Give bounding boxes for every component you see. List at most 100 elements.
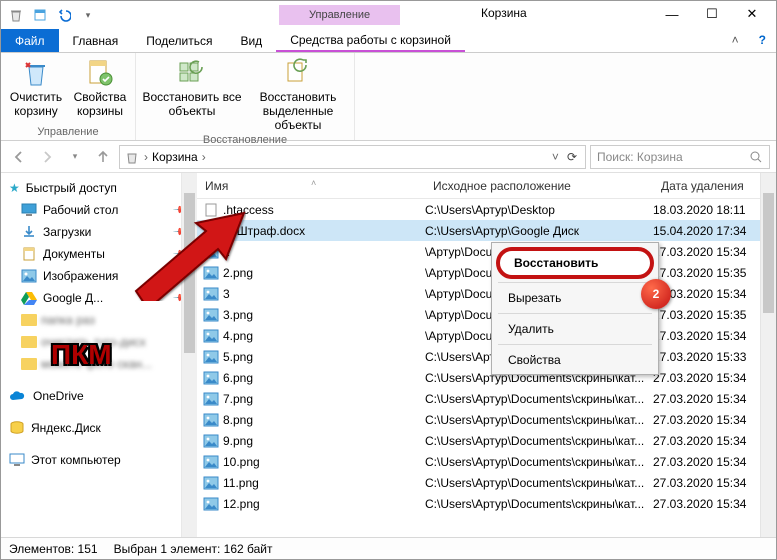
cell-date: 27.03.2020 15:34	[653, 371, 776, 385]
sidebar-quick-access[interactable]: ★ Быстрый доступ	[1, 177, 196, 199]
sidebar-this-pc[interactable]: Этот компьютер	[1, 449, 196, 471]
yadisk-icon	[9, 420, 25, 436]
cell-name: 11.png	[203, 475, 425, 491]
gdrive-icon	[21, 291, 37, 305]
table-row[interactable]: 12.pngC:\Users\Артур\Documents\скрины\ка…	[197, 493, 776, 514]
breadcrumb-dropdown-icon[interactable]: ˅	[552, 150, 559, 164]
downloads-icon	[21, 224, 37, 240]
column-date[interactable]: Дата удаления	[653, 179, 776, 193]
bin-properties-button[interactable]: Свойства корзины	[71, 57, 129, 119]
column-orig[interactable]: Исходное расположение	[425, 179, 653, 193]
cell-orig: C:\Users\Артур\Desktop	[425, 203, 653, 217]
ribbon-collapse-icon[interactable]: ˄	[722, 29, 749, 52]
titlebar: ▾ Управление Корзина — ☐ ✕	[1, 1, 776, 29]
sidebar-yadisk[interactable]: Яндекс.Диск	[1, 417, 196, 439]
restore-selected-label: Восстановить выделенные объекты	[248, 91, 348, 132]
sidebar-onedrive[interactable]: OneDrive	[1, 385, 196, 407]
help-icon[interactable]: ?	[749, 29, 776, 52]
close-button[interactable]: ✕	[732, 1, 772, 27]
table-row[interactable]: 9.pngC:\Users\Артур\Documents\скрины\кат…	[197, 430, 776, 451]
table-row[interactable]: 10.pngC:\Users\Артур\Documents\скрины\ка…	[197, 451, 776, 472]
file-name: 11.png	[223, 476, 259, 490]
refresh-icon[interactable]: ⟳	[563, 150, 581, 164]
file-icon	[203, 496, 219, 512]
cell-date: 27.03.2020 15:34	[653, 455, 776, 469]
table-row[interactable]: 8.pngC:\Users\Артур\Documents\скрины\кат…	[197, 409, 776, 430]
cell-date: 27.03.2020 15:34	[653, 392, 776, 406]
table-row[interactable]: 7.png C:\Users\Артур\Documents\скрины\кат…	[197, 388, 776, 409]
file-name: 5.png	[223, 350, 253, 364]
menu-separator	[498, 344, 652, 345]
documents-icon	[21, 246, 37, 262]
file-icon	[203, 370, 219, 386]
tab-home[interactable]: Главная	[59, 29, 133, 52]
cell-date: 27.03.2020 15:34	[653, 287, 776, 301]
ctx-delete[interactable]: Удалить	[494, 317, 656, 341]
empty-bin-button[interactable]: Очистить корзину	[7, 57, 65, 119]
file-icon	[203, 328, 219, 344]
tab-file[interactable]: Файл	[1, 29, 59, 52]
chevron-right-icon[interactable]: ›	[144, 150, 148, 164]
ctx-cut[interactable]: Вырезать	[494, 286, 656, 310]
sort-indicator-icon: ˄	[311, 178, 316, 188]
main-area: ★ Быстрый доступ Рабочий стол 📌 Загрузки…	[1, 173, 776, 533]
search-icon[interactable]	[749, 150, 763, 164]
status-selection: Выбран 1 элемент: 162 байт	[114, 542, 273, 556]
qat-undo-icon[interactable]	[53, 4, 75, 26]
cell-date: 27.03.2020 15:34	[653, 329, 776, 343]
cell-date: 27.03.2020 15:34	[653, 413, 776, 427]
ctx-restore[interactable]: Восстановить	[496, 247, 654, 279]
table-row[interactable]: .htaccessC:\Users\Артур\Desktop18.03.202…	[197, 199, 776, 220]
list-scrollbar[interactable]	[760, 173, 776, 537]
group-manage-label: Управление	[37, 124, 98, 138]
cell-name: 4.png	[203, 328, 425, 344]
table-row[interactable]: 5.pngC:\Users\Артур\Documents\скрины\кат…	[197, 346, 776, 367]
table-row[interactable]: 3\Артур\Documents\скрины\кат...27.03.202…	[197, 283, 776, 304]
table-row[interactable]: 4.png\Артур\Documents\скрины\кат...27.03…	[197, 325, 776, 346]
cell-orig: C:\Users\Артур\Documents\скрины\кат...	[425, 455, 653, 469]
breadcrumb[interactable]: › Корзина › ˅ ⟳	[119, 145, 586, 169]
cell-name: 12.png	[203, 496, 425, 512]
breadcrumb-item[interactable]: Корзина	[152, 150, 198, 164]
minimize-button[interactable]: —	[652, 1, 692, 27]
tab-view[interactable]: Вид	[226, 29, 276, 52]
table-row[interactable]: 3.png\Артур\Documents\скрины\кат...27.03…	[197, 304, 776, 325]
nav-forward-button[interactable]	[35, 145, 59, 169]
pictures-icon	[21, 269, 37, 283]
nav-recent-dropdown[interactable]: ▾	[63, 145, 87, 169]
table-row[interactable]: 2.png\Артур\Documents\скрины\кат...27.03…	[197, 262, 776, 283]
file-name: 3.png	[223, 308, 253, 322]
restore-all-button[interactable]: Восстановить все объекты	[142, 57, 242, 119]
table-row[interactable]: ~$Штраф.docxC:\Users\Артур\Google Диск15…	[197, 220, 776, 241]
ctx-properties[interactable]: Свойства	[494, 348, 656, 372]
restore-selected-button[interactable]: Восстановить выделенные объекты	[248, 57, 348, 132]
file-name: 7.png	[223, 392, 253, 406]
table-row[interactable]: 6.pngC:\Users\Артур\Documents\скрины\кат…	[197, 367, 776, 388]
empty-bin-icon	[20, 57, 52, 89]
tab-share[interactable]: Поделиться	[132, 29, 226, 52]
navbar: ▾ › Корзина › ˅ ⟳ Поиск: Корзина	[1, 141, 776, 173]
table-row[interactable]: 11.pngC:\Users\Артур\Documents\скрины\ка…	[197, 472, 776, 493]
file-name: 4.png	[223, 329, 253, 343]
qat-properties-icon[interactable]	[29, 4, 51, 26]
table-row[interactable]: 2\Артур\Documents\скрины\кат...27.03.202…	[197, 241, 776, 262]
search-box[interactable]: Поиск: Корзина	[590, 145, 770, 169]
nav-back-button[interactable]	[7, 145, 31, 169]
nav-up-button[interactable]	[91, 145, 115, 169]
menu-separator	[498, 282, 652, 283]
maximize-button[interactable]: ☐	[692, 1, 732, 27]
cell-date: 27.03.2020 15:33	[653, 350, 776, 364]
status-count: Элементов: 151	[9, 542, 98, 556]
cell-orig: C:\Users\Артур\Documents\скрины\кат...	[425, 392, 653, 406]
qat-dropdown-icon[interactable]: ▾	[77, 4, 99, 26]
cell-date: 27.03.2020 15:35	[653, 266, 776, 280]
file-list: Имя ˄ Исходное расположение Дата удалени…	[197, 173, 776, 533]
desktop-icon	[21, 203, 37, 217]
chevron-right-icon[interactable]: ›	[202, 150, 206, 164]
empty-bin-label: Очистить корзину	[7, 91, 65, 119]
sidebar-folder-blurred[interactable]: папка раз	[1, 309, 196, 331]
cell-date: 27.03.2020 15:34	[653, 476, 776, 490]
column-name[interactable]: Имя ˄	[197, 179, 425, 193]
scrollbar-thumb[interactable]	[763, 193, 774, 313]
tab-recycle-tools[interactable]: Средства работы с корзиной	[276, 29, 465, 52]
